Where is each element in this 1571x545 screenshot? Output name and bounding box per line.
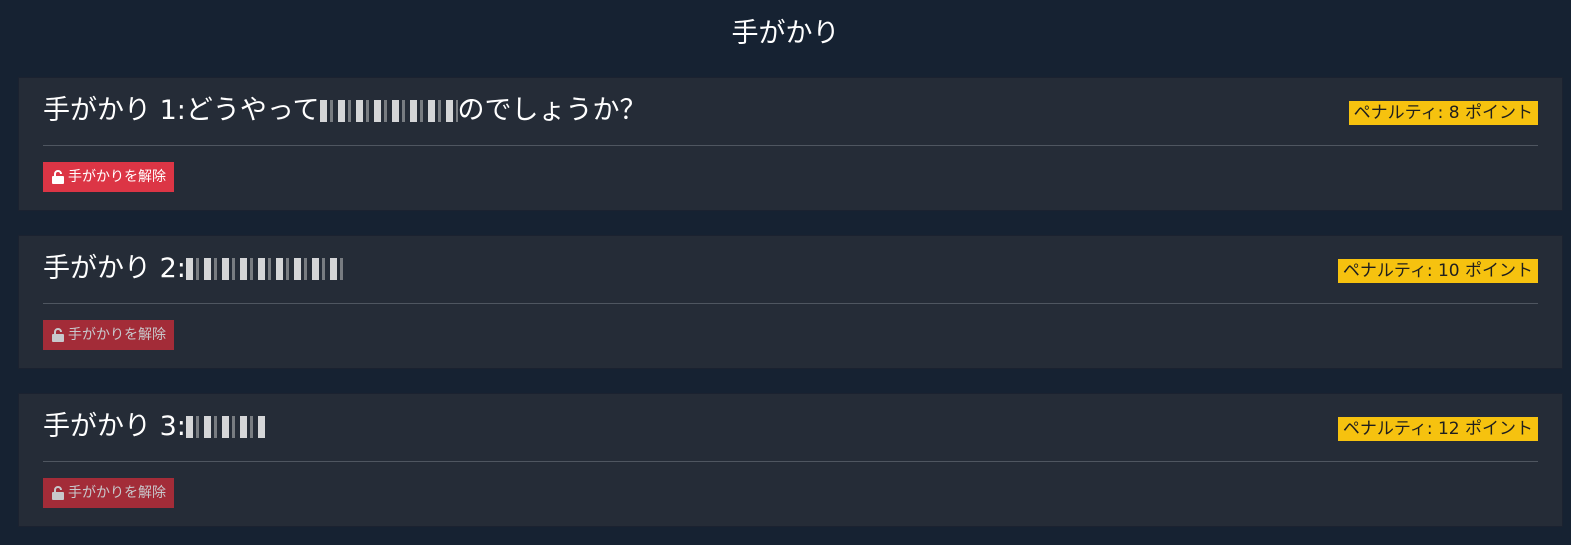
unlock-icon <box>51 485 65 501</box>
hint-card-1: 手がかり 1:どうやって のでしょうか？ ペナルティ: 8 ポイント 手がかりを解… <box>18 77 1563 211</box>
unlock-hint-button-3[interactable]: 手がかりを解除 <box>43 478 174 508</box>
page-title: 手がかり <box>731 18 840 49</box>
hint-title-3: 手がかり 3: <box>43 408 268 446</box>
hint-title-1: 手がかり 1:どうやって のでしょうか？ <box>43 92 647 130</box>
unlock-button-label: 手がかりを解除 <box>68 485 166 501</box>
unlock-button-label: 手がかりを解除 <box>68 169 166 185</box>
unlock-button-label: 手がかりを解除 <box>68 327 166 343</box>
hint-title-text: 手がかり 1:どうやって <box>43 95 320 126</box>
unlock-icon <box>51 327 65 343</box>
hint-header-3: 手がかり 3: ペナルティ: 12 ポイント <box>43 394 1538 462</box>
hint-card-3: 手がかり 3: ペナルティ: 12 ポイント 手がかりを解除 <box>18 393 1563 527</box>
hint-title-text: 手がかり 3: <box>43 411 186 442</box>
penalty-badge-3: ペナルティ: 12 ポイント <box>1337 417 1538 441</box>
hint-header-2: 手がかり 2: ペナルティ: 10 ポイント <box>43 236 1538 304</box>
hint-header-1: 手がかり 1:どうやって のでしょうか？ ペナルティ: 8 ポイント <box>43 78 1538 146</box>
unlock-hint-button-2[interactable]: 手がかりを解除 <box>43 320 174 350</box>
hint-title-text: 手がかり 2: <box>43 253 186 284</box>
hint-title-2: 手がかり 2: <box>43 250 346 288</box>
hint-card-2: 手がかり 2: ペナルティ: 10 ポイント 手がかりを解除 <box>18 235 1563 369</box>
unlock-icon <box>51 169 65 185</box>
redacted-text <box>185 416 268 438</box>
unlock-hint-button-1[interactable]: 手がかりを解除 <box>43 162 174 192</box>
redacted-text <box>185 258 346 280</box>
penalty-badge-2: ペナルティ: 10 ポイント <box>1337 259 1538 283</box>
hint-title-suffix: のでしょうか？ <box>457 95 647 126</box>
redacted-text <box>319 100 458 122</box>
penalty-badge-1: ペナルティ: 8 ポイント <box>1348 101 1538 125</box>
